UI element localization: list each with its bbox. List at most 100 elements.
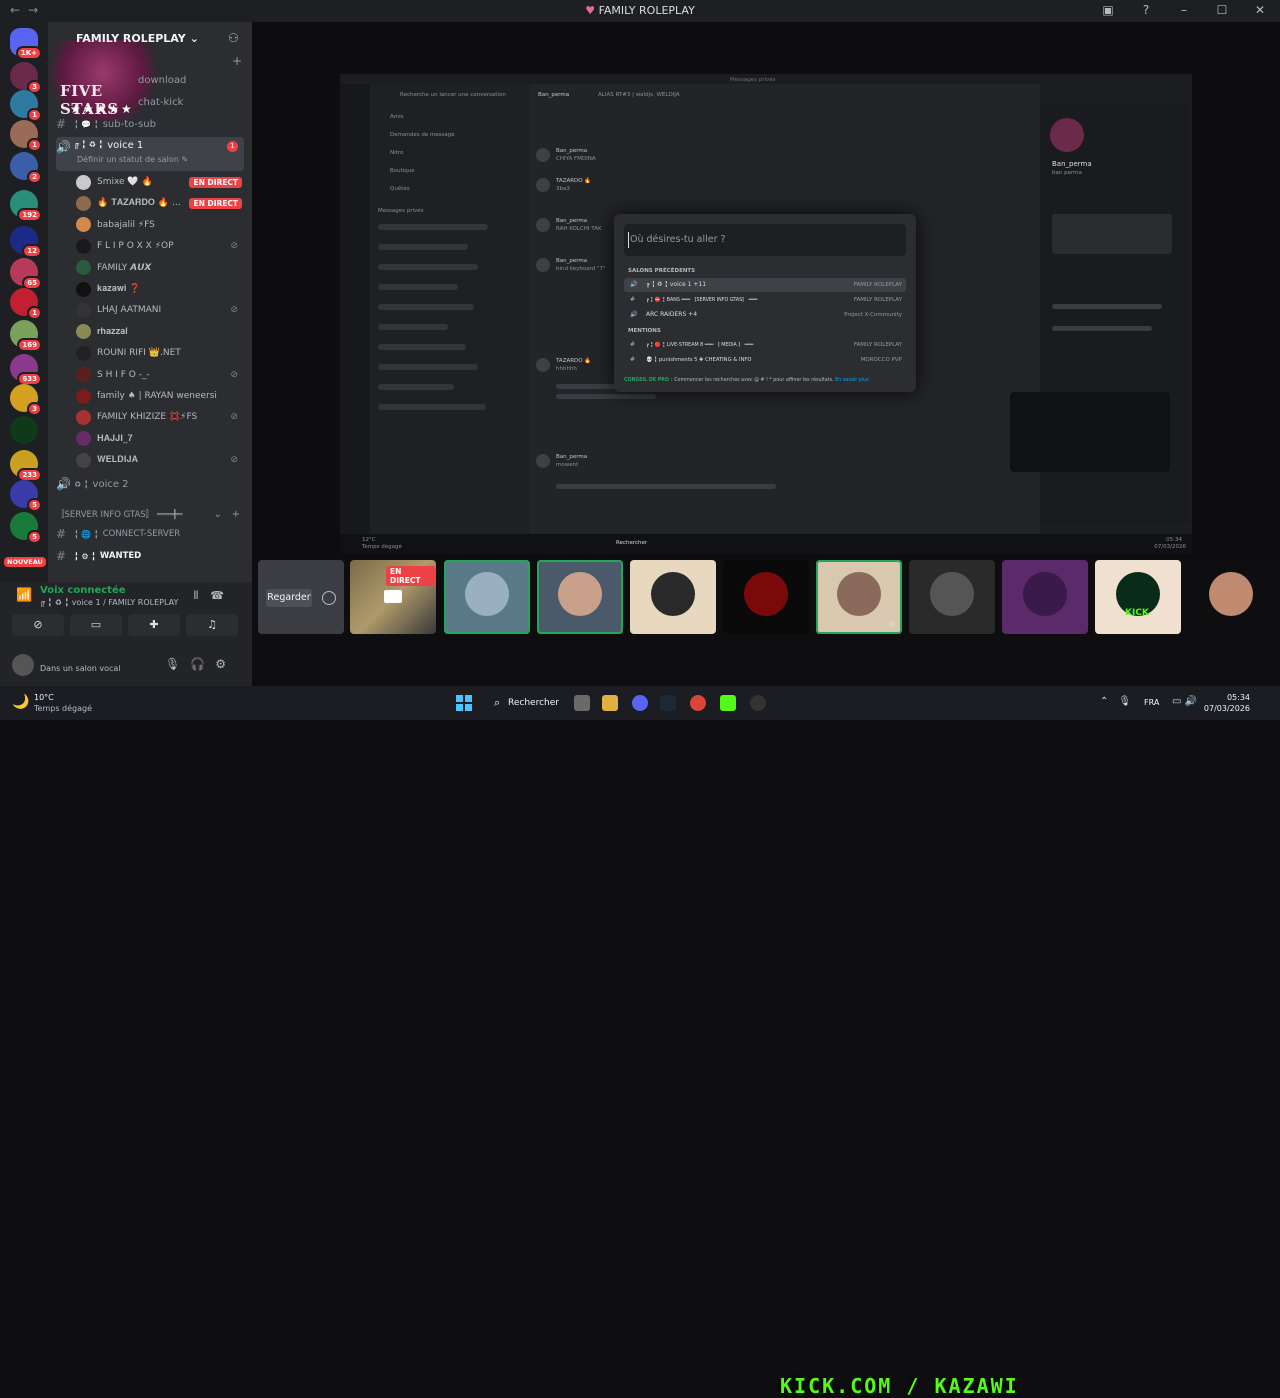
participant-tile[interactable] [723,560,809,634]
channel-sub-to-sub[interactable]: # ╏ 💬 ╏ sub-to-sub [56,114,244,134]
kick-app-icon[interactable] [720,695,736,711]
tray-status-icons[interactable]: ▭ 🔊 [1172,696,1197,707]
server-icon[interactable]: 65 [10,258,42,290]
section-mentions: MENTIONS [628,328,661,334]
channel-download[interactable]: download [138,70,238,90]
add-channel-icon[interactable]: + [232,509,240,520]
learn-more-link[interactable]: En savoir plus [835,378,869,383]
channel-voice-2[interactable]: 🔊 ♻ ╏ voice 2 [56,474,244,494]
add-channel-icon[interactable]: + [232,54,242,68]
quick-switcher-row[interactable]: # ╔ ╏ 🔴 ╏ LIVE-STREAM 8 ═══ 〚 MEDIA 〛 ═══… [624,338,906,352]
obs-icon[interactable] [750,695,766,711]
participant-tile[interactable]: KICK [1095,560,1181,634]
voice-user[interactable]: 𝐤𝐚𝐳𝐚𝐰𝐢 ❓ [76,279,246,299]
server-icon[interactable]: 2 [10,152,42,184]
participant-tile[interactable] [1188,560,1280,634]
voice-user[interactable]: Smixe 🤍 🔥 EN DIRECT [76,172,246,192]
server-icon[interactable]: 5 [10,512,42,544]
voice-user[interactable]: LHAJ AATMANI ⊘ [76,300,246,320]
help-icon[interactable]: ? [1138,3,1154,17]
voice-user[interactable]: 🔥 𝐓𝐀𝐙𝐀𝐑𝐃𝐎 🔥 … EN DIRECT [76,193,246,213]
window-titlebar: ←→ ♥ FAMILY ROLEPLAY ▣ ? – ☐ ✕ [0,0,1280,22]
channel-connect-server[interactable]: # ╏ 🌐 ╏ CONNECT-SERVER [56,524,244,544]
quick-switcher-row[interactable]: # ╔ ╏ ⛔ ╏ BANS ═══ 〚SERVER INFO GTAS〛 ═══… [624,293,906,307]
server-icon[interactable]: 633 [10,354,42,386]
server-icon[interactable]: 169 [10,320,42,352]
channel-prefix: ╏ 🌐 ╏ [74,529,99,539]
voice-user[interactable]: 𝐫𝐡𝐚𝐳𝐳𝐚𝐥 [76,322,246,342]
server-icon[interactable]: 1 [10,120,42,152]
voice-user[interactable]: babajalil ⚡FS [76,215,246,235]
watch-stream-tile[interactable]: Regarder [258,560,344,634]
server-icon[interactable]: 12 [10,226,42,258]
taskbar-search[interactable]: Rechercher [490,693,560,713]
activities-button[interactable]: ✚ [128,614,180,636]
weather-desc[interactable]: Temps dégagé [34,704,92,713]
voice-user[interactable]: S H I F O -_- ⊘ [76,365,246,385]
windows-start-icon[interactable] [456,695,472,711]
kick-server-icon[interactable] [10,416,38,444]
voice-user[interactable]: F L I P O X X ⚡OP ⊘ [76,236,246,256]
voice-user[interactable]: 𝐖𝐄𝐋𝐃𝐈𝐉𝐀 ⊘ [76,450,246,470]
noise-suppression-icon[interactable]: ⫴ [194,589,211,602]
file-explorer-icon[interactable] [602,695,618,711]
quick-switcher-row[interactable]: 🔊 ARC RAIDERS +4 Project X-Community [624,308,906,322]
microphone-icon[interactable]: 🎙 [1118,696,1141,707]
watch-button[interactable]: Regarder [266,589,312,607]
channel-chat-kick[interactable]: chat-kick [138,92,238,112]
steam-icon[interactable] [660,695,676,711]
participant-tile[interactable] [1002,560,1088,634]
server-icon[interactable]: 5 [10,480,42,512]
headphones-icon[interactable]: 🎧 [190,657,215,671]
task-view-icon[interactable] [574,695,590,711]
add-member-icon[interactable]: ⚇ [228,31,242,45]
guild-header[interactable]: FAMILY ROLEPLAY ⌄ ⚇ [48,22,252,54]
channel-voice-1[interactable]: 🔊 ╔ ╏ ♻ ╏ voice 1 Définir un statut de s… [56,137,244,171]
quick-switcher-row[interactable]: # 💀 ╏ punishments 5 ✚ CHEATING & INFO MORO… [624,353,906,367]
voice-user[interactable]: FAMILY KHIZIZE 💢⚡FS ⊘ [76,407,246,427]
clock[interactable]: 05:34 07/03/2026 [1204,692,1250,714]
voice-connected-title[interactable]: Voix connectée [40,585,126,596]
channel-status[interactable]: Définir un statut de salon ✎ [77,155,188,164]
disconnect-icon[interactable]: ☎ [210,589,236,602]
participant-tile[interactable]: ⊘ [816,560,902,634]
popout-icon[interactable] [322,591,336,605]
chrome-icon[interactable] [690,695,706,711]
quick-switcher-row[interactable]: 🔊 ╔ ╏ ♻ ╏ voice 1 +11 FAMILY ROLEPLAY [624,278,906,292]
weather-temp[interactable]: 10°C [34,693,54,702]
chevron-up-icon[interactable]: ⌃ [1100,696,1118,707]
server-icon[interactable]: 192 [10,190,42,222]
language-indicator[interactable]: FRA [1144,698,1159,707]
voice-user[interactable]: ROUNI RIFI 👑.NET [76,343,246,363]
server-icon[interactable]: 3 [10,62,42,94]
participant-tile[interactable] [537,560,623,634]
participant-tile[interactable] [630,560,716,634]
microphone-icon[interactable]: 🎙 [165,657,190,671]
server-icon[interactable]: 1 [10,288,42,320]
discord-icon[interactable] [632,695,648,711]
inbox-icon[interactable]: ▣ [1100,3,1116,17]
discord-home-icon[interactable]: 1K+ [10,28,42,60]
server-icon[interactable]: 233 [10,450,42,482]
soundboard-button[interactable]: ♫ [186,614,238,636]
maximize-button[interactable]: ☐ [1214,3,1230,17]
participant-tile[interactable] [909,560,995,634]
screen-share-button[interactable]: ▭ [70,614,122,636]
server-icon[interactable]: 3 [10,384,42,416]
category-server-info[interactable]: 〚SERVER INFO GTAS〛 ═══╋═ ⌄ + [56,504,244,524]
stream-tile[interactable]: EN DIRECT [350,560,436,634]
voice-connected-channel[interactable]: ╔ ╏ ♻ ╏ voice 1 / FAMILY ROLEPLAY [40,598,178,607]
voice-user[interactable]: FAMILY 𝘼𝙐𝙓 [76,258,246,278]
close-button[interactable]: ✕ [1252,3,1268,17]
participant-tile[interactable] [444,560,530,634]
server-icon[interactable]: 1 [10,90,42,122]
voice-user[interactable]: 𝐇𝐀𝐉𝐉𝐈_𝟕 [76,429,246,449]
camera-off-button[interactable]: ⊘ [12,614,64,636]
channel-wanted[interactable]: # ╏ ⚙ ╏ WANTED [56,546,244,566]
gear-icon[interactable]: ⚙ [215,657,236,671]
minimize-button[interactable]: – [1176,3,1192,17]
quick-switcher-input[interactable]: Où désires-tu aller ? [624,224,906,256]
avatar[interactable] [12,654,34,676]
inner-msg-text: 3ba3 [556,186,570,192]
voice-user[interactable]: family ♠ | RAYAN weneersi [76,386,246,406]
